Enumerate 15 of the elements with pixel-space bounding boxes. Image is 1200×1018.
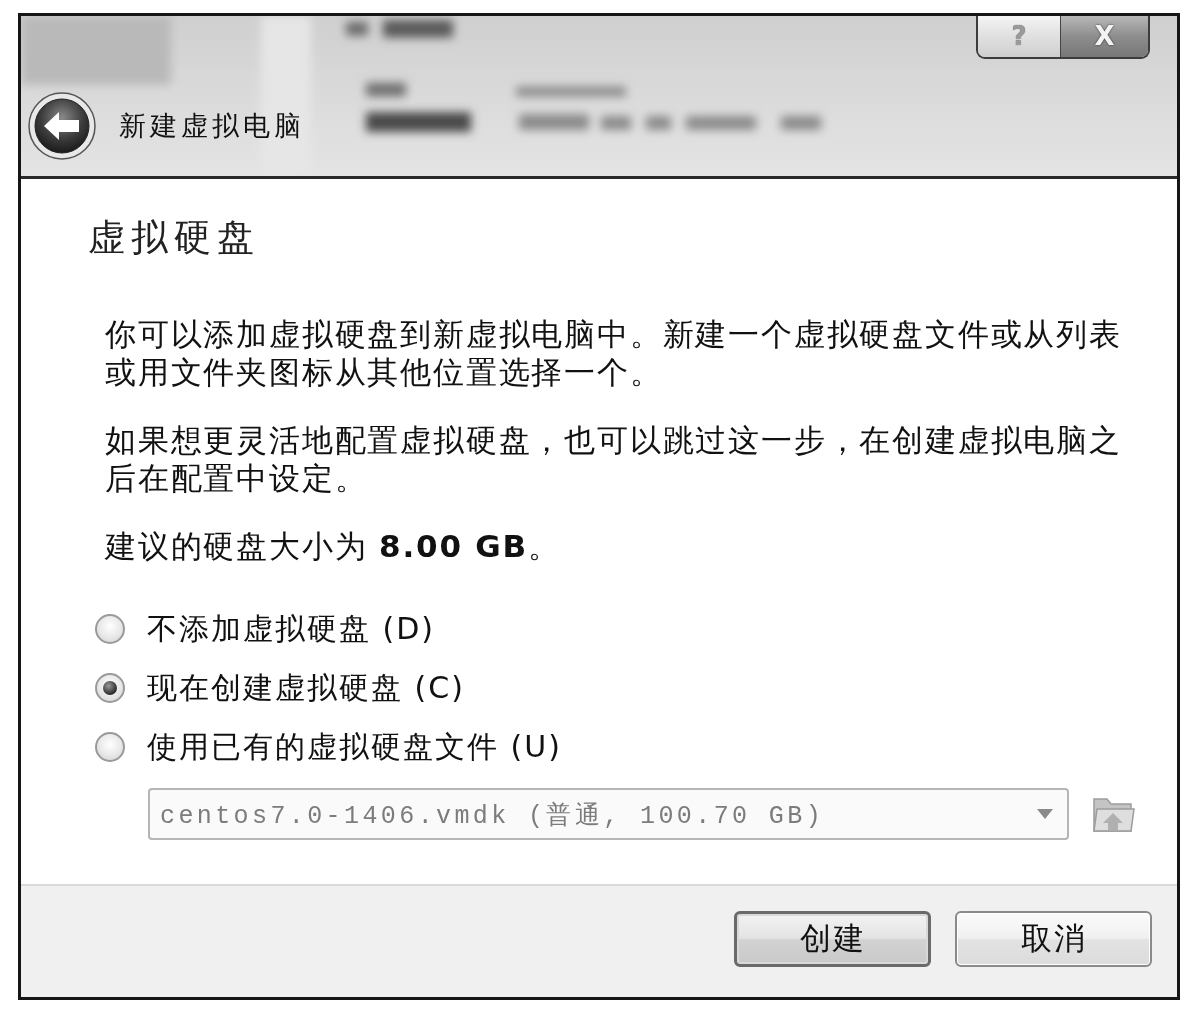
radio-button[interactable]	[95, 613, 125, 644]
radio-button[interactable]	[95, 731, 125, 762]
dialog-button[interactable]: 取消	[955, 910, 1152, 967]
radio-label[interactable]: 现在创建虚拟硬盘 (C)	[147, 667, 465, 708]
caret-icon	[1037, 809, 1053, 819]
radio-button[interactable]	[95, 672, 125, 703]
description-text: 你可以添加虚拟硬盘到新虚拟电脑中。新建一个虚拟硬盘文件或从列表或用文件夹图标从其他位置选择一个。	[105, 315, 1123, 391]
dialog-button[interactable]: 创建	[734, 910, 931, 967]
radio-label[interactable]: 使用已有的虚拟硬盘文件 (U)	[147, 726, 562, 767]
back-button[interactable]	[27, 92, 97, 160]
description-text: 建议的硬盘大小为 8.00 GB。	[105, 527, 562, 565]
window-title: 新建虚拟电脑	[119, 109, 305, 143]
radio-label[interactable]: 不添加虚拟硬盘 (D)	[147, 608, 436, 649]
description-text: 如果想更灵活地配置虚拟硬盘，也可以跳过这一步，在创建虚拟电脑之后在配置中设定。	[105, 421, 1123, 497]
page-heading: 虚拟硬盘	[88, 215, 261, 261]
